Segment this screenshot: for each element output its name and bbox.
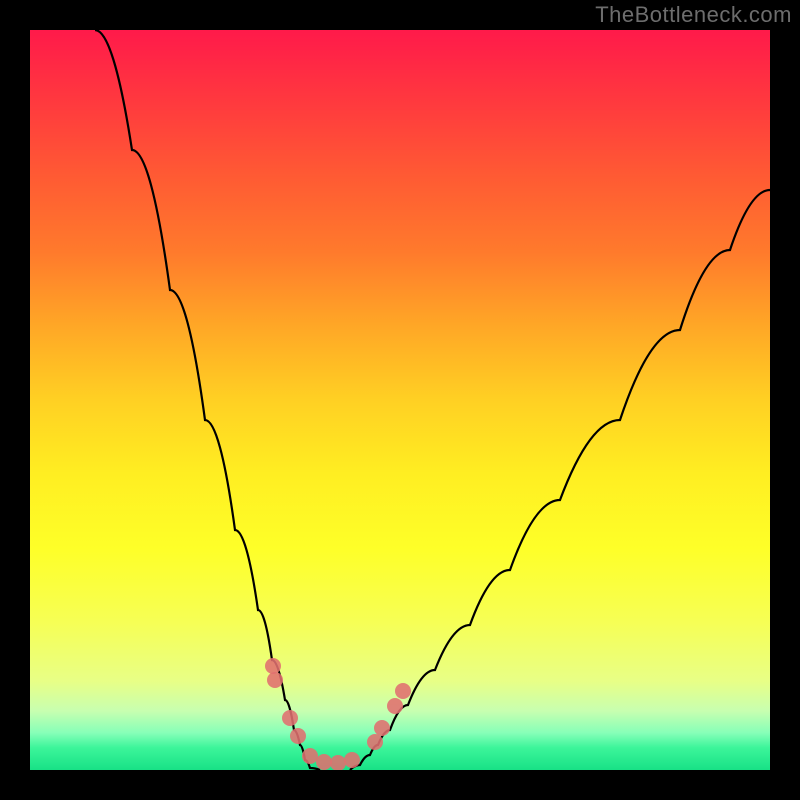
watermark-text: TheBottleneck.com (595, 2, 792, 28)
marker-dot (387, 698, 403, 714)
marker-dot (265, 658, 281, 674)
marker-dot (344, 752, 360, 768)
curve-left (95, 30, 320, 770)
marker-dot (395, 683, 411, 699)
marker-dot (316, 754, 332, 770)
marker-dot (290, 728, 306, 744)
plot-area (30, 30, 770, 770)
marker-dot (267, 672, 283, 688)
chart-frame: TheBottleneck.com (0, 0, 800, 800)
marker-dot (302, 748, 318, 764)
marker-dot (282, 710, 298, 726)
marker-dot (330, 755, 346, 770)
chart-svg (30, 30, 770, 770)
marker-dot (374, 720, 390, 736)
highlight-markers (265, 658, 411, 770)
marker-dot (367, 734, 383, 750)
curve-right (350, 190, 770, 770)
